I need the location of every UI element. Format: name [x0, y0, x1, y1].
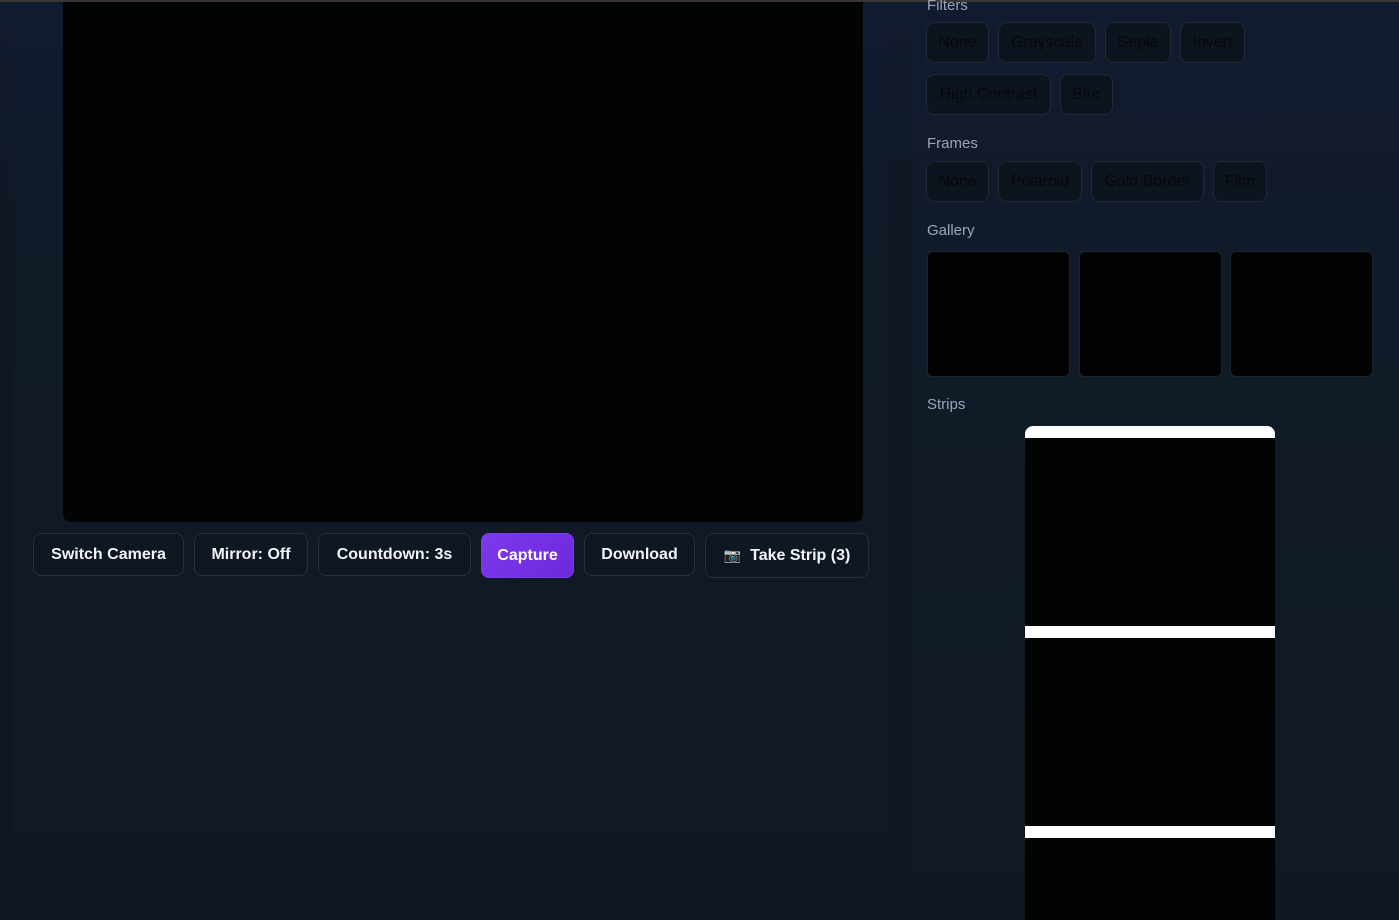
- take-strip-label: Take Strip (3): [750, 546, 851, 564]
- capture-button[interactable]: Capture: [481, 533, 574, 578]
- filter-high-contrast-label: High Contrast: [939, 85, 1038, 103]
- filter-blur-label: Blur: [1072, 85, 1101, 103]
- frame-none-label: None: [938, 172, 977, 190]
- strip-photo: [1025, 438, 1275, 626]
- download-button[interactable]: Download: [584, 533, 695, 576]
- sidebar: Filters None Grayscale Sepia Invert High…: [911, 0, 1399, 920]
- countdown-button[interactable]: Countdown: 3s: [318, 533, 471, 576]
- capture-label: Capture: [497, 546, 558, 564]
- frame-film[interactable]: Film: [1213, 161, 1267, 202]
- download-label: Download: [601, 545, 678, 563]
- filter-sepia-label: Sepia: [1117, 33, 1159, 51]
- filter-none-label: None: [938, 33, 977, 51]
- photo-booth-app: Switch Camera Mirror: Off Countdown: 3s …: [0, 0, 1399, 920]
- camera-icon: 📷: [723, 547, 742, 564]
- camera-panel: [12, 2, 889, 920]
- frame-polaroid-label: Polaroid: [1010, 172, 1070, 190]
- mirror-label: Mirror: Off: [211, 545, 291, 563]
- gallery-thumbnail[interactable]: [1230, 251, 1373, 377]
- filter-grayscale-label: Grayscale: [1010, 33, 1084, 51]
- mirror-toggle-button[interactable]: Mirror: Off: [194, 533, 308, 576]
- camera-preview: [63, 2, 863, 522]
- countdown-label: Countdown: 3s: [336, 545, 453, 563]
- switch-camera-button[interactable]: Switch Camera: [33, 533, 184, 576]
- filter-grayscale[interactable]: Grayscale: [998, 22, 1096, 63]
- strips-heading: Strips: [927, 396, 966, 413]
- filter-none[interactable]: None: [926, 22, 989, 63]
- gallery-thumbnail[interactable]: [1079, 251, 1222, 377]
- frame-gold-border-label: Gold Border: [1104, 172, 1191, 190]
- frame-none[interactable]: None: [926, 161, 989, 202]
- photo-strip[interactable]: [1025, 426, 1275, 920]
- filter-sepia[interactable]: Sepia: [1105, 22, 1171, 63]
- gallery-heading: Gallery: [927, 222, 975, 239]
- filter-high-contrast[interactable]: High Contrast: [926, 74, 1051, 115]
- filter-invert[interactable]: Invert: [1180, 22, 1245, 63]
- take-strip-button[interactable]: 📷 Take Strip (3): [705, 533, 869, 578]
- strip-photo: [1025, 638, 1275, 826]
- filters-heading: Filters: [927, 0, 968, 14]
- switch-camera-label: Switch Camera: [51, 545, 166, 563]
- gallery-thumbnail[interactable]: [927, 251, 1070, 377]
- frame-gold-border[interactable]: Gold Border: [1091, 161, 1204, 202]
- strip-photo: [1025, 838, 1275, 920]
- frame-polaroid[interactable]: Polaroid: [998, 161, 1082, 202]
- frames-heading: Frames: [927, 135, 978, 152]
- frame-film-label: Film: [1224, 172, 1256, 190]
- filter-blur[interactable]: Blur: [1060, 74, 1113, 115]
- filter-invert-label: Invert: [1192, 33, 1233, 51]
